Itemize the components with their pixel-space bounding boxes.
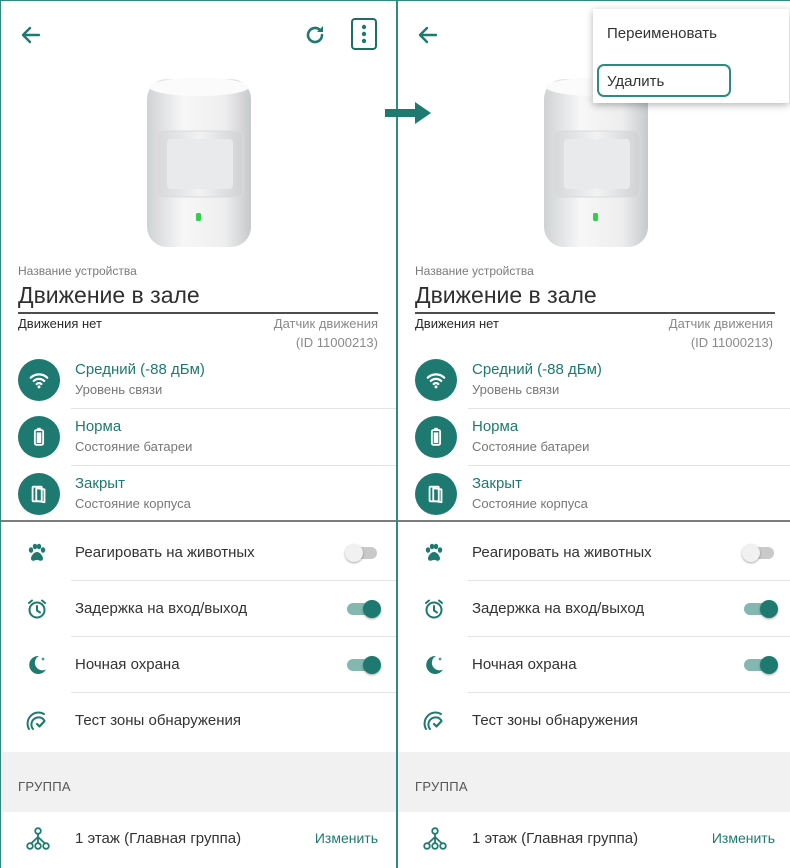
battery-level: Норма <box>75 418 122 435</box>
comparison-stage: Название устройства Движение в зале Движ… <box>0 0 790 868</box>
device-name-label: Название устройства <box>415 264 534 278</box>
case-status-row: Закрыт Состояние корпуса <box>398 466 790 523</box>
tamper-case-icon <box>31 485 46 504</box>
setting-label: Тест зоны обнаружения <box>75 712 242 729</box>
battery-icon <box>33 427 45 446</box>
device-screen-after: Название устройства Движение в зале Движ… <box>396 1 790 868</box>
battery-status-row: Норма Состояние батареи <box>398 409 790 466</box>
setting-label: Тест зоны обнаружения <box>472 712 639 729</box>
tamper-case-icon <box>428 485 443 504</box>
delay-toggle[interactable] <box>345 600 381 618</box>
delay-toggle[interactable] <box>742 600 778 618</box>
group-tree-icon <box>423 827 447 850</box>
wifi-signal-icon <box>29 373 49 389</box>
group-section: ГРУППА <box>1 752 396 812</box>
battery-level: Норма <box>472 418 519 435</box>
paw-icon <box>425 543 443 561</box>
pets-toggle[interactable] <box>345 544 381 562</box>
setting-label: Реагировать на животных <box>472 544 652 561</box>
signal-status-row: Средний (-88 дБм) Уровень связи <box>398 352 790 409</box>
setting-label: Ночная охрана <box>472 656 577 673</box>
sensor-type: Датчик движения <box>668 316 773 331</box>
back-arrow-icon[interactable] <box>416 23 440 47</box>
wifi-signal-icon <box>426 373 446 389</box>
device-name-field[interactable]: Движение в зале <box>415 282 775 314</box>
back-arrow-icon[interactable] <box>19 23 43 47</box>
setting-row-delay[interactable]: Задержка на вход/выход <box>398 581 790 637</box>
battery-label: Состояние батареи <box>472 439 590 454</box>
paw-icon <box>28 543 46 561</box>
setting-row-night[interactable]: Ночная охрана <box>1 637 396 693</box>
setting-label: Реагировать на животных <box>75 544 255 561</box>
menu-item-rename[interactable]: Переименовать <box>607 25 717 42</box>
more-vertical-icon <box>361 24 367 44</box>
signal-level: Средний (-88 дБм) <box>472 361 602 378</box>
group-row: 1 этаж (Главная группа) Изменить <box>1 812 396 868</box>
night-toggle[interactable] <box>742 656 778 674</box>
detection-test-icon <box>423 711 443 730</box>
group-edit-button[interactable]: Изменить <box>315 830 378 846</box>
setting-label: Задержка на вход/выход <box>472 600 645 617</box>
timer-icon <box>425 599 443 619</box>
setting-label: Ночная охрана <box>75 656 180 673</box>
sensor-id: (ID 11000213) <box>690 335 773 350</box>
battery-icon <box>430 427 442 446</box>
night-moon-icon <box>426 655 443 674</box>
group-tree-icon <box>26 827 50 850</box>
sensor-type: Датчик движения <box>273 316 378 331</box>
setting-row-pets[interactable]: Реагировать на животных <box>398 525 790 581</box>
pets-toggle[interactable] <box>742 544 778 562</box>
setting-row-delay[interactable]: Задержка на вход/выход <box>1 581 396 637</box>
group-edit-button[interactable]: Изменить <box>712 830 775 846</box>
motion-status: Движения нет <box>18 316 102 331</box>
transition-arrow-icon <box>385 102 431 124</box>
case-label: Состояние корпуса <box>472 496 588 511</box>
group-row: 1 этаж (Главная группа) Изменить <box>398 812 790 868</box>
night-toggle[interactable] <box>345 656 381 674</box>
case-label: Состояние корпуса <box>75 496 191 511</box>
battery-label: Состояние батареи <box>75 439 193 454</box>
timer-icon <box>28 599 46 619</box>
refresh-icon[interactable] <box>303 23 327 47</box>
more-options-button[interactable] <box>351 18 377 50</box>
signal-label: Уровень связи <box>75 382 163 397</box>
setting-label: Задержка на вход/выход <box>75 600 248 617</box>
group-section: ГРУППА <box>398 752 790 812</box>
group-name: 1 этаж (Главная группа) <box>472 830 639 847</box>
signal-status-row: Средний (-88 дБм) Уровень связи <box>1 352 396 409</box>
sensor-id: (ID 11000213) <box>295 335 378 350</box>
setting-row-detection-test[interactable]: Тест зоны обнаружения <box>1 693 396 749</box>
setting-row-pets[interactable]: Реагировать на животных <box>1 525 396 581</box>
device-name-field[interactable]: Движение в зале <box>18 282 378 314</box>
case-state: Закрыт <box>75 475 125 492</box>
menu-item-delete[interactable]: Удалить <box>607 73 664 90</box>
group-name: 1 этаж (Главная группа) <box>75 830 242 847</box>
signal-level: Средний (-88 дБм) <box>75 361 205 378</box>
motion-status: Движения нет <box>415 316 499 331</box>
battery-status-row: Норма Состояние батареи <box>1 409 396 466</box>
case-state: Закрыт <box>472 475 522 492</box>
detection-test-icon <box>26 711 46 730</box>
night-moon-icon <box>29 655 46 674</box>
device-screen-before: Название устройства Движение в зале Движ… <box>1 1 396 868</box>
options-dropdown-menu: Переименовать Удалить <box>593 9 789 103</box>
group-header: ГРУППА <box>415 779 468 794</box>
setting-row-night[interactable]: Ночная охрана <box>398 637 790 693</box>
group-header: ГРУППА <box>18 779 71 794</box>
device-name-label: Название устройства <box>18 264 137 278</box>
motion-sensor-image <box>147 78 251 247</box>
case-status-row: Закрыт Состояние корпуса <box>1 466 396 523</box>
signal-label: Уровень связи <box>472 382 560 397</box>
setting-row-detection-test[interactable]: Тест зоны обнаружения <box>398 693 790 749</box>
